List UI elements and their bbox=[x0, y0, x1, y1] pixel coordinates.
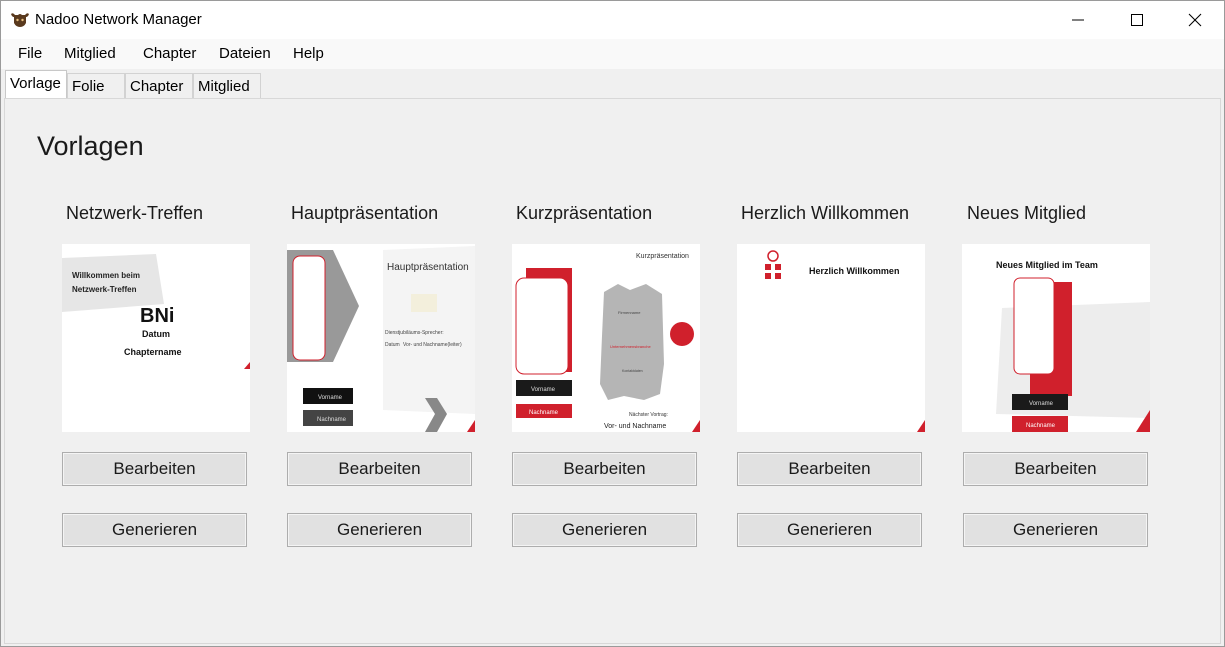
generate-kurzpraesentation-button[interactable]: Generieren bbox=[512, 513, 697, 547]
preview-neues-mitglied: Neues Mitglied im Team Vorname Nachname bbox=[962, 244, 1150, 432]
minimize-button[interactable] bbox=[1049, 1, 1107, 39]
preview-netzwerk-treffen: Willkommen beim Netzwerk-Treffen BNi Dat… bbox=[62, 244, 250, 432]
preview-heading: Neues Mitglied im Team bbox=[996, 260, 1098, 270]
edit-netzwerk-treffen-button[interactable]: Bearbeiten bbox=[62, 452, 247, 486]
preview-banner-line1: Willkommen beim bbox=[72, 271, 140, 280]
preview-category: Unternehmensbranche bbox=[610, 344, 651, 349]
title-bar: Nadoo Network Manager bbox=[1, 1, 1224, 39]
preview-next-name: Vor- und Nachname bbox=[604, 423, 666, 430]
preview-date: Datum bbox=[142, 329, 170, 339]
preview-last-name: Nachname bbox=[317, 417, 347, 423]
menu-dateien[interactable]: Dateien bbox=[219, 45, 271, 62]
menu-chapter[interactable]: Chapter bbox=[143, 45, 196, 62]
generate-neues-mitglied-button[interactable]: Generieren bbox=[963, 513, 1148, 547]
preview-name: Vor- und Nachname(leiter) bbox=[403, 342, 462, 348]
bni-logo-text: BNi bbox=[140, 305, 174, 327]
preview-chaptername: Chaptername bbox=[124, 347, 182, 357]
tab-strip: Vorlage Folie Chapter Mitglied bbox=[1, 69, 1224, 99]
preview-last-name: Nachname bbox=[1026, 423, 1056, 429]
preview-heading: Kurzpräsentation bbox=[636, 253, 689, 260]
menu-bar: File Mitglied Chapter Dateien Help bbox=[1, 39, 1224, 69]
generate-herzlich-willkommen-button[interactable]: Generieren bbox=[737, 513, 922, 547]
card-title-herzlich-willkommen: Herzlich Willkommen bbox=[741, 203, 910, 223]
templates-panel: Vorlagen Netzwerk-Treffen Willkommen bei… bbox=[4, 98, 1221, 644]
close-icon bbox=[1188, 13, 1202, 27]
edit-neues-mitglied-button[interactable]: Bearbeiten bbox=[963, 452, 1148, 486]
preview-kurzpraesentation: Kurzpräsentation Vorname Nachname Firmen… bbox=[512, 244, 700, 432]
edit-kurzpraesentation-button[interactable]: Bearbeiten bbox=[512, 452, 697, 486]
tab-vorlage[interactable]: Vorlage bbox=[5, 70, 67, 99]
tab-mitglied[interactable]: Mitglied bbox=[193, 73, 261, 99]
edit-herzlich-willkommen-button[interactable]: Bearbeiten bbox=[737, 452, 922, 486]
page-title: Vorlagen bbox=[37, 131, 144, 161]
card-title-kurzpraesentation: Kurzpräsentation bbox=[516, 203, 653, 223]
tab-folie[interactable]: Folie bbox=[67, 73, 125, 99]
window-title: Nadoo Network Manager bbox=[35, 11, 202, 28]
preview-first-name: Vorname bbox=[1029, 401, 1054, 407]
menu-mitglied[interactable]: Mitglied bbox=[64, 45, 116, 62]
preview-company: Firmenname bbox=[618, 310, 641, 315]
preview-last-name: Nachname bbox=[529, 410, 559, 416]
tab-chapter[interactable]: Chapter bbox=[125, 73, 193, 99]
preview-heading: Hauptpräsentation bbox=[387, 262, 469, 273]
preview-contact: Kontaktdaten bbox=[622, 369, 643, 373]
preview-first-name: Vorname bbox=[318, 395, 343, 401]
menu-help[interactable]: Help bbox=[293, 45, 324, 62]
preview-speaker: Dienstjubiläums-Sprecher: bbox=[385, 330, 444, 336]
minimize-icon bbox=[1072, 19, 1084, 21]
preview-next-label: Nächster Vortrag: bbox=[629, 412, 668, 418]
card-title-hauptpraesentation: Hauptpräsentation bbox=[291, 203, 439, 223]
preview-banner-line2: Netzwerk-Treffen bbox=[72, 285, 137, 294]
preview-date: Datum bbox=[385, 342, 400, 348]
preview-heading: Herzlich Willkommen bbox=[809, 266, 899, 276]
close-button[interactable] bbox=[1166, 1, 1224, 39]
app-window: Nadoo Network Manager File Mitglied Chap… bbox=[0, 0, 1225, 647]
generate-hauptpraesentation-button[interactable]: Generieren bbox=[287, 513, 472, 547]
generate-netzwerk-treffen-button[interactable]: Generieren bbox=[62, 513, 247, 547]
preview-hauptpraesentation: Hauptpräsentation Dienstjubiläums-Sprech… bbox=[287, 244, 475, 432]
menu-file[interactable]: File bbox=[18, 45, 42, 62]
bull-logo-icon bbox=[11, 13, 29, 27]
maximize-icon bbox=[1131, 14, 1143, 26]
card-title-netzwerk-treffen: Netzwerk-Treffen bbox=[66, 203, 204, 223]
edit-hauptpraesentation-button[interactable]: Bearbeiten bbox=[287, 452, 472, 486]
preview-first-name: Vorname bbox=[531, 387, 556, 393]
preview-herzlich-willkommen: Herzlich Willkommen bbox=[737, 244, 925, 432]
maximize-button[interactable] bbox=[1108, 1, 1166, 39]
group-people-icon bbox=[765, 250, 781, 279]
card-title-neues-mitglied: Neues Mitglied bbox=[967, 203, 1087, 223]
